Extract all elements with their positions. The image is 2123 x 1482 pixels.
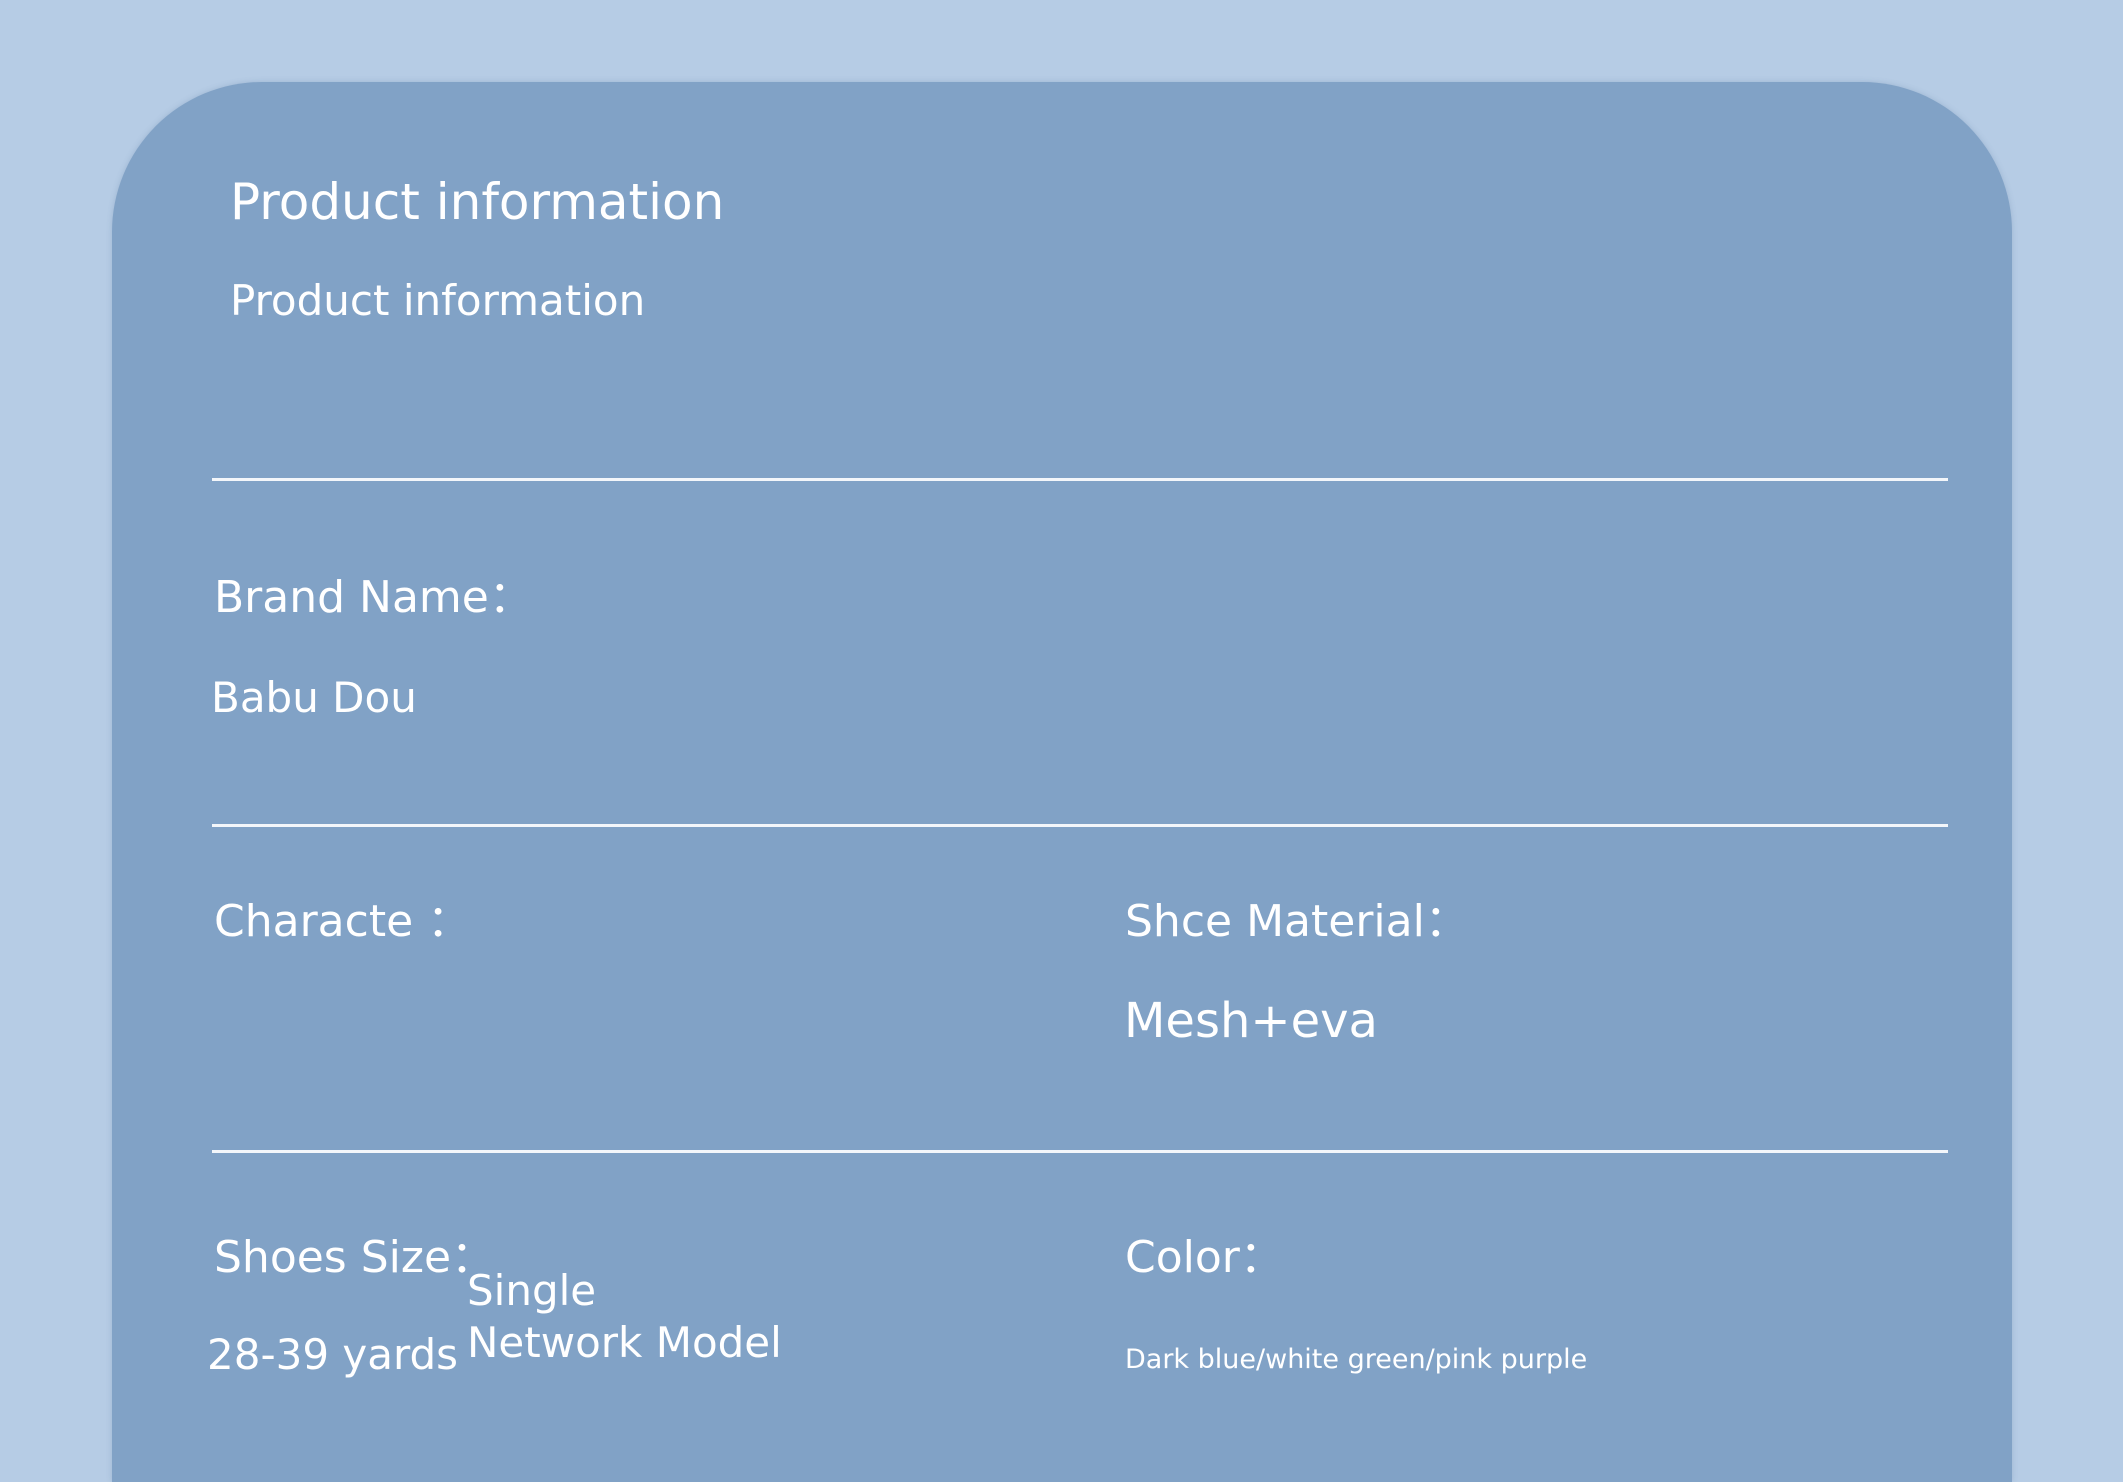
characte-label: Characte ： [214,896,472,947]
color-value: Dark blue/white green/pink purple [1125,1344,1588,1375]
shoes-size-note-line1: Single [467,1266,597,1315]
divider-1 [212,478,1948,481]
shoes-size-label: Shoes Size： [214,1232,496,1283]
page-subtitle: Product information [230,276,646,325]
brand-name-value: Babu Dou [211,673,417,722]
brand-name-label: Brand Name： [214,572,533,623]
divider-3 [212,1150,1948,1153]
shoes-size-value: 28-39 yards [207,1330,459,1379]
page-title: Product information [230,173,725,231]
color-label: Color： [1125,1232,1284,1283]
shoe-material-value: Mesh+eva [1124,993,1378,1049]
divider-2 [212,824,1948,827]
shoe-material-label: Shce Material： [1125,896,1469,947]
shoes-size-note-line2: Network Model [467,1318,782,1367]
